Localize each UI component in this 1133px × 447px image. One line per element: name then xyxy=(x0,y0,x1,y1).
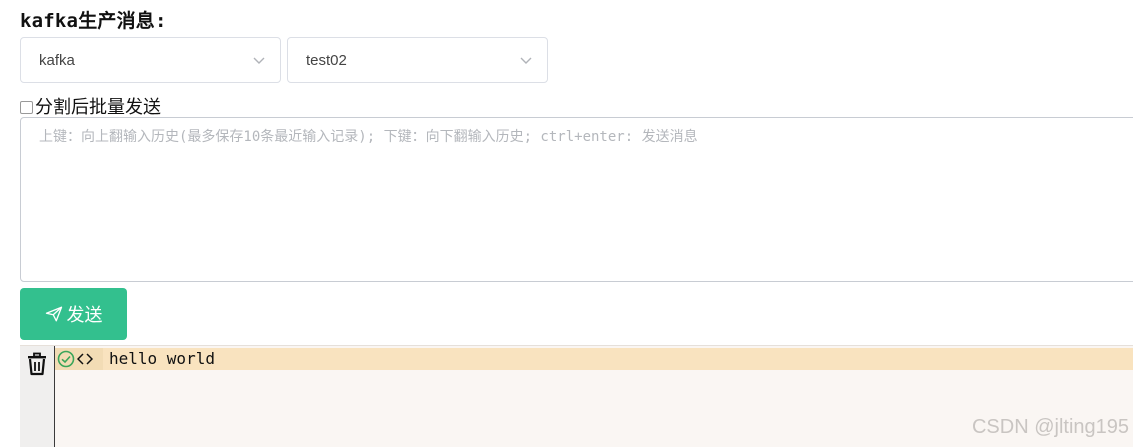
message-input-placeholder: 上键：向上翻输入历史(最多保存10条最近输入记录); 下键：向下翻输入历史; c… xyxy=(39,129,698,145)
output-console: hello world xyxy=(20,345,1133,447)
output-line-status xyxy=(55,348,103,370)
batch-split-checkbox[interactable] xyxy=(20,100,33,114)
cluster-select[interactable]: kafka xyxy=(20,37,281,83)
chevron-down-icon xyxy=(520,57,532,64)
page-title: kafka生产消息: xyxy=(20,10,167,32)
paper-plane-icon xyxy=(45,306,62,322)
output-line-text: hello world xyxy=(109,349,215,368)
topic-select[interactable]: test02 xyxy=(287,37,548,83)
cluster-select-value: kafka xyxy=(39,51,75,69)
batch-split-label: 分割后批量发送 xyxy=(35,97,161,118)
trash-icon[interactable] xyxy=(25,352,49,376)
output-gutter xyxy=(20,346,55,447)
chevron-down-icon xyxy=(253,57,265,64)
code-icon[interactable] xyxy=(77,352,93,366)
kafka-producer-page: kafka生产消息: kafka test02 分割后批量发送 上键：向上翻输入… xyxy=(0,0,1133,447)
batch-split-option[interactable]: 分割后批量发送 xyxy=(20,93,161,119)
watermark: CSDN @jlting195 xyxy=(971,416,1129,438)
output-line: hello world xyxy=(55,348,1133,370)
check-circle-icon xyxy=(57,350,75,368)
message-input[interactable]: 上键：向上翻输入历史(最多保存10条最近输入记录); 下键：向下翻输入历史; c… xyxy=(20,117,1133,282)
send-button[interactable]: 发送 xyxy=(20,288,127,340)
send-button-label: 发送 xyxy=(66,305,103,325)
topic-select-value: test02 xyxy=(306,51,347,69)
